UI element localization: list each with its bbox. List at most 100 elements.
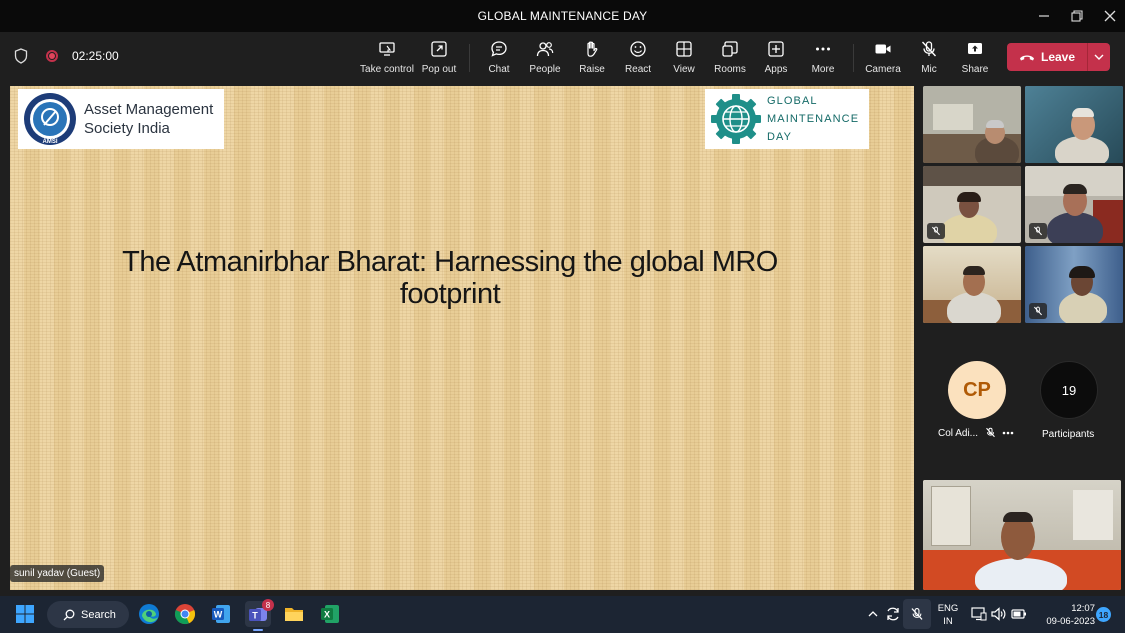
meeting-timer: 02:25:00 (72, 49, 119, 63)
shared-content-stage[interactable]: AMSI Asset Management Society India GLOB… (10, 86, 914, 590)
file-explorer-taskbar-button[interactable] (281, 601, 307, 627)
rooms-button[interactable]: Rooms (704, 40, 756, 80)
camera-icon (875, 44, 891, 54)
excel-icon: X (321, 605, 339, 623)
leave-options-dropdown[interactable] (1088, 54, 1110, 60)
windows-taskbar: Search W T 8 X ENG IN 12:07 09-06-2023 1… (0, 596, 1125, 633)
teams-taskbar-button[interactable]: T 8 (245, 599, 274, 627)
raise-hand-icon (587, 41, 598, 57)
toolbar-divider (469, 44, 470, 72)
rooms-icon (722, 41, 738, 57)
share-button[interactable]: Share (949, 40, 1001, 80)
raise-hand-button[interactable]: Raise (566, 40, 618, 80)
raise-label: Raise (579, 64, 605, 75)
notification-count-badge[interactable]: 18 (1096, 607, 1111, 622)
seal-text: AMSI (43, 139, 58, 145)
share-icon (968, 43, 982, 54)
chat-label: Chat (488, 64, 510, 75)
apps-icon (768, 41, 784, 57)
org-name-line-2: Society India (84, 120, 170, 137)
chevron-up-icon[interactable] (868, 610, 878, 618)
camera-button[interactable]: Camera (857, 40, 909, 80)
share-label: Share (961, 64, 989, 75)
people-icon (536, 42, 554, 57)
volume-icon[interactable] (991, 607, 1007, 621)
active-app-indicator (253, 629, 263, 631)
leave-button[interactable]: Leave (1007, 43, 1110, 71)
participant-video-tile[interactable] (1025, 166, 1123, 243)
people-button[interactable]: People (519, 40, 571, 80)
edge-taskbar-button[interactable] (136, 601, 162, 627)
edge-icon (139, 604, 159, 624)
clock-time: 12:07 (1071, 603, 1095, 614)
more-icon (816, 47, 830, 51)
sync-icon[interactable] (885, 606, 901, 622)
take-control-button[interactable]: Take control (360, 40, 414, 80)
display-icon[interactable] (971, 607, 987, 621)
participant-video-tile[interactable] (923, 246, 1021, 323)
battery-icon[interactable] (1011, 608, 1027, 620)
mic-off-icon (921, 41, 937, 57)
slide-title-line-2: footprint (399, 278, 501, 310)
presenter-name-tag: sunil yadav (Guest) (10, 565, 105, 582)
chat-button[interactable]: Chat (473, 40, 525, 80)
mic-off-icon (911, 608, 923, 620)
windows-start-icon (16, 605, 34, 623)
rooms-label: Rooms (714, 64, 746, 75)
mute-indicator (927, 223, 945, 239)
mic-tray-button[interactable] (903, 599, 931, 629)
teams-notification-badge: 8 (262, 599, 274, 611)
word-taskbar-button[interactable]: W (208, 601, 234, 627)
pop-out-button[interactable]: Pop out (413, 40, 465, 80)
taskbar-search[interactable]: Search (47, 601, 129, 628)
global-maintenance-day-logo: GLOBAL MAINTENANCE DAY (705, 89, 869, 149)
minimize-icon (1038, 15, 1049, 17)
shield-icon (14, 48, 28, 64)
amsi-seal-icon: AMSI (24, 93, 76, 145)
apps-button[interactable]: Apps (750, 40, 802, 80)
react-button[interactable]: React (612, 40, 664, 80)
mic-off-icon (932, 226, 940, 236)
chrome-taskbar-button[interactable] (172, 601, 198, 627)
participant-avatar-name: Col Adi... (938, 428, 979, 439)
participants-count-button[interactable]: 19 (1040, 361, 1098, 419)
language-indicator[interactable]: ENG IN (937, 602, 959, 628)
apps-label: Apps (764, 64, 788, 75)
speaker-video-tile[interactable] (923, 480, 1121, 590)
close-icon (1104, 10, 1115, 22)
minimize-button[interactable] (1027, 0, 1060, 32)
chrome-icon (174, 604, 196, 625)
close-button[interactable] (1093, 0, 1125, 32)
mic-off-icon (1034, 306, 1042, 316)
participant-video-tile[interactable] (923, 166, 1021, 243)
start-button[interactable] (12, 601, 38, 627)
mic-off-icon (1034, 226, 1042, 236)
react-label: React (624, 64, 652, 75)
more-options-icon[interactable] (1002, 431, 1014, 435)
leave-main[interactable]: Leave (1007, 50, 1087, 64)
svg-text:W: W (214, 610, 223, 620)
pop-out-icon (431, 41, 447, 57)
clock-date: 09-06-2023 (1046, 616, 1095, 627)
maximize-button[interactable] (1060, 0, 1093, 32)
meeting-toolbar: 02:25:00 Take control Pop out Chat Peopl… (0, 32, 1125, 84)
clock[interactable]: 12:07 09-06-2023 (1035, 602, 1095, 628)
take-control-label: Take control (360, 64, 414, 75)
svg-text:X: X (324, 610, 330, 620)
participant-video-tile[interactable] (1025, 246, 1123, 323)
participant-video-tile[interactable] (923, 86, 1021, 163)
participant-video-tile-active[interactable] (1025, 86, 1123, 163)
excel-taskbar-button[interactable]: X (317, 601, 343, 627)
participant-avatar[interactable]: CP (948, 361, 1006, 419)
hang-up-icon (1020, 55, 1034, 61)
participants-label: Participants (1042, 429, 1095, 440)
mic-button[interactable]: Mic (903, 40, 955, 80)
leave-label: Leave (1041, 50, 1076, 64)
window-title: GLOBAL MAINTENANCE DAY (477, 9, 648, 23)
more-button[interactable]: More (797, 40, 849, 80)
slide-title-line-1: The Atmanirbhar Bharat: Harnessing the g… (122, 246, 778, 278)
more-label: More (811, 64, 835, 75)
toolbar-divider (853, 44, 854, 72)
gmd-text: GLOBAL MAINTENANCE DAY (767, 92, 859, 146)
view-button[interactable]: View (658, 40, 710, 80)
